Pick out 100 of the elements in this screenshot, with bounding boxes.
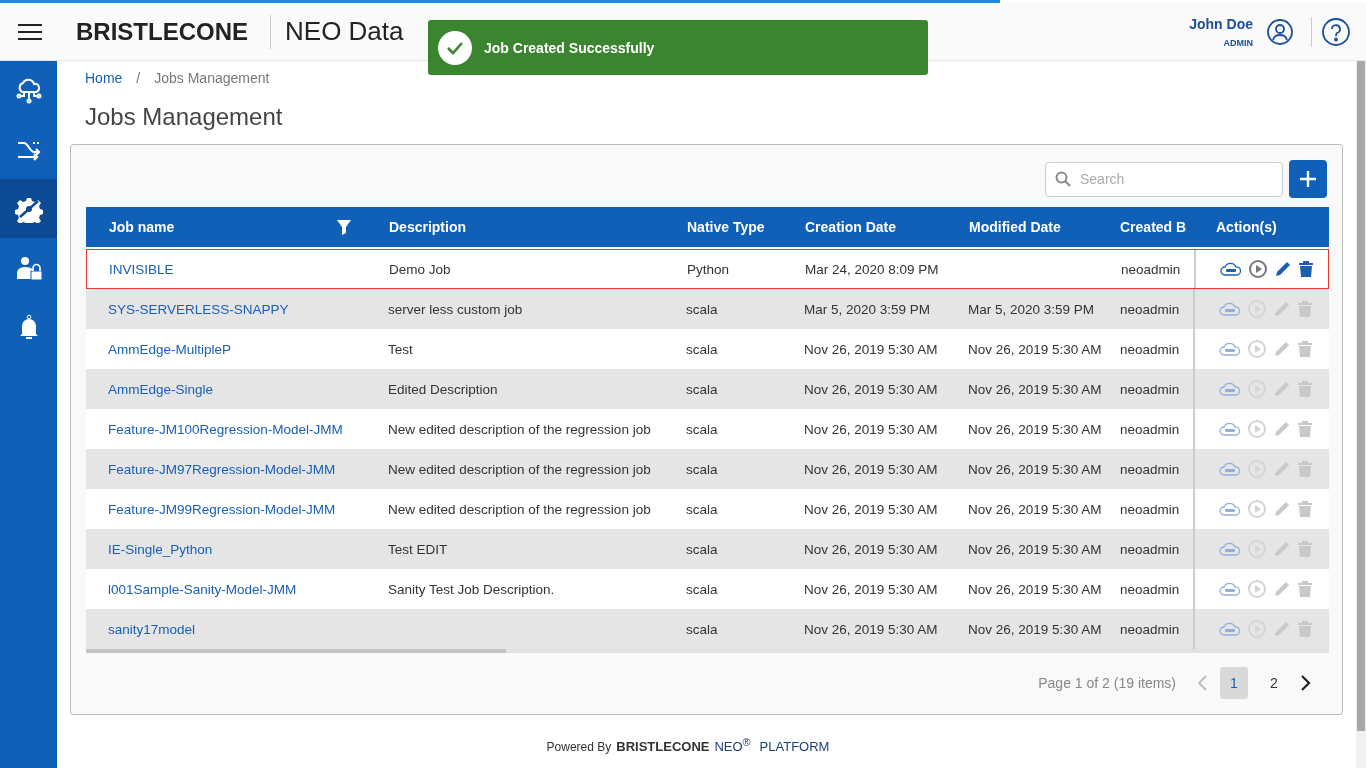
table-cell-text: Mar 24, 2020 8:09 PM — [804, 261, 940, 277]
table-row[interactable]: Feature-JM99Regression-Model-JMM New edited description of the regression job scala Nov 26, 2019 5:30 AM Nov 26, 2019 5:30 AM neoadmin — [86, 489, 1329, 529]
table-row[interactable]: INVISIBLE Demo Job Python Mar 24, 2020 8:09 PM neoadmin — [86, 249, 1329, 289]
user-icon[interactable] — [1267, 18, 1293, 45]
table-cell-text: server less custom job — [387, 301, 524, 317]
sidebar-item[interactable] — [0, 179, 57, 238]
pencil-icon[interactable] — [1274, 260, 1292, 278]
table-cell-text: Nov 26, 2019 5:30 AM — [967, 341, 1103, 357]
table-cell-text: Mar 5, 2020 3:59 PM — [803, 301, 932, 317]
page-summary: Page 1 of 2 (19 items) — [1038, 675, 1176, 691]
job-name-link[interactable]: IE-Single_Python — [86, 541, 366, 557]
table-row[interactable]: Feature-JM100Regression-Model-JMM New edited description of the regression job scala Nov 26, 2019 5:30 AM Nov 26, 2019 5:30 AM neoadmin — [86, 409, 1329, 449]
plus-icon — [1299, 170, 1317, 188]
table-row[interactable]: SYS-SERVERLESS-SNAPPY server less custom job scala Mar 5, 2020 3:59 PM Mar 5, 2020 3:59 PM neoadmin — [86, 289, 1329, 329]
page-button[interactable]: 1 — [1220, 667, 1248, 699]
vertical-scrollbar[interactable] — [1356, 61, 1366, 768]
menu-icon[interactable] — [18, 22, 42, 41]
breadcrumb-link[interactable]: Home — [85, 70, 123, 86]
table-row[interactable]: IE-Single_Python Test EDIT scala Nov 26, 2019 5:30 AM Nov 26, 2019 5:30 AM neoadmin — [86, 529, 1329, 569]
table-cell-text: scala — [685, 341, 719, 357]
table-row[interactable]: Feature-JM97Regression-Model-JMM New edited description of the regression job scala Nov 26, 2019 5:30 AM Nov 26, 2019 5:30 AM neoadmin — [86, 449, 1329, 489]
platform-text: PLATFORM — [759, 739, 830, 755]
table-cell-text: Nov 26, 2019 5:30 AM — [803, 541, 939, 557]
horizontal-scrollbar[interactable] — [86, 649, 1329, 653]
table-row[interactable]: sanity17model scala Nov 26, 2019 5:30 AM Nov 26, 2019 5:30 AM neoadmin — [86, 609, 1329, 649]
table-cell-text: Nov 26, 2019 5:30 AM — [967, 381, 1103, 397]
job-name-link[interactable]: SYS-SERVERLESS-SNAPPY — [86, 301, 366, 317]
column-header: Description — [388, 219, 467, 235]
table-cell-text: neoadmin — [1119, 461, 1181, 477]
previous-page-button[interactable] — [1196, 674, 1208, 692]
table-cell-text: Sanity Test Job Description. — [387, 581, 556, 597]
column-header: Action(s) — [1215, 219, 1278, 235]
help-icon[interactable] — [1322, 17, 1350, 46]
table-row[interactable]: AmmEdge-Single Edited Description scala Nov 26, 2019 5:30 AM Nov 26, 2019 5:30 AM neoadmin — [86, 369, 1329, 409]
table-cell-text: Nov 26, 2019 5:30 AM — [803, 621, 939, 637]
page-button[interactable]: 2 — [1260, 667, 1288, 699]
next-page-button[interactable] — [1300, 674, 1312, 692]
table-cell-text: scala — [685, 301, 719, 317]
table-cell-text: Nov 26, 2019 5:30 AM — [803, 501, 939, 517]
table-cell-text: scala — [685, 501, 719, 517]
breadcrumb-current: Jobs Management — [154, 70, 270, 86]
cloud-network-icon — [14, 76, 43, 105]
table-cell-text: neoadmin — [1120, 261, 1182, 277]
column-header: Created B — [1119, 219, 1188, 235]
product-name: NEO$^{®}$ — [714, 736, 751, 755]
trash-icon[interactable] — [1298, 260, 1314, 278]
job-name-link[interactable]: AmmEdge-Single — [86, 381, 366, 397]
table-cell-text: New edited description of the regression job — [387, 461, 652, 477]
cloud-icon[interactable] — [1220, 261, 1242, 277]
job-name-link[interactable]: l001Sample-Sanity-Model-JMM — [86, 581, 366, 597]
filter-icon[interactable] — [336, 219, 352, 235]
powered-by-text: Powered By — [546, 740, 612, 755]
table-cell-text: Nov 26, 2019 5:30 AM — [803, 341, 939, 357]
column-header: Modified Date — [968, 219, 1062, 235]
job-name-link[interactable]: Feature-JM97Regression-Model-JMM — [86, 461, 366, 477]
table-cell-text: scala — [685, 381, 719, 397]
table-cell-text: Nov 26, 2019 5:30 AM — [967, 501, 1103, 517]
table-row[interactable]: AmmEdge-MultipleP Test scala Nov 26, 2019 5:30 AM Nov 26, 2019 5:30 AM neoadmin — [86, 329, 1329, 369]
table-cell-text: scala — [685, 421, 719, 437]
table-cell-text: New edited description of the regression job — [387, 421, 652, 437]
table-cell-text: Test — [387, 341, 414, 357]
table-cell-text: neoadmin — [1119, 381, 1181, 397]
table-cell-text: Demo Job — [388, 261, 452, 277]
table-cell-text: Test EDIT — [387, 541, 449, 557]
table-cell-text: Nov 26, 2019 5:30 AM — [803, 381, 939, 397]
table-cell-text: New edited description of the regression job — [387, 501, 652, 517]
job-name-link[interactable]: sanity17model — [86, 621, 366, 637]
play-icon[interactable] — [1248, 259, 1268, 279]
table-cell-text: Edited Description — [387, 381, 499, 397]
column-header: Creation Date — [804, 219, 898, 235]
table-cell-text: Nov 26, 2019 5:30 AM — [967, 421, 1103, 437]
table-cell-text: scala — [685, 541, 719, 557]
search-field[interactable]: Search — [1045, 161, 1283, 197]
table-cell-text: neoadmin — [1119, 421, 1181, 437]
app-title: NEO Data — [285, 16, 404, 47]
table-row[interactable]: l001Sample-Sanity-Model-JMM Sanity Test Job Description. scala Nov 26, 2019 5:30 AM Nov 26, 2019 5:30 AM neoadmin — [86, 569, 1329, 609]
table-cell-text: Nov 26, 2019 5:30 AM — [967, 581, 1103, 597]
table-cell-text: scala — [685, 581, 719, 597]
breadcrumb-separator: / — [136, 70, 141, 86]
add-button[interactable] — [1289, 160, 1327, 198]
page-title: Jobs Management — [85, 103, 284, 131]
table-cell-text: Nov 26, 2019 5:30 AM — [803, 421, 939, 437]
table-cell-text: Mar 5, 2020 3:59 PM — [967, 301, 1096, 317]
table-cell-text: Nov 26, 2019 5:30 AM — [803, 581, 939, 597]
job-name-link[interactable]: AmmEdge-MultipleP — [86, 341, 366, 357]
table-cell-text: scala — [685, 621, 719, 637]
check-icon — [438, 30, 472, 65]
table-cell-text: scala — [685, 461, 719, 477]
job-name-link[interactable]: Feature-JM99Regression-Model-JMM — [86, 501, 366, 517]
table-cell-text: neoadmin — [1119, 301, 1181, 317]
table-cell-text: neoadmin — [1119, 621, 1181, 637]
footer-brand: BRISTLECONE — [616, 739, 710, 755]
brand-logo: BRISTLECONE — [76, 17, 248, 46]
job-name-link[interactable]: INVISIBLE — [87, 261, 367, 277]
user-name[interactable]: John Doe — [1189, 15, 1253, 32]
table-cell-text: Nov 26, 2019 5:30 AM — [967, 541, 1103, 557]
column-header[interactable]: Job name — [86, 219, 366, 235]
table-cell-text: neoadmin — [1119, 501, 1181, 517]
job-name-link[interactable]: Feature-JM100Regression-Model-JMM — [86, 421, 366, 437]
toast-message: Job Created Successfully — [484, 39, 655, 56]
